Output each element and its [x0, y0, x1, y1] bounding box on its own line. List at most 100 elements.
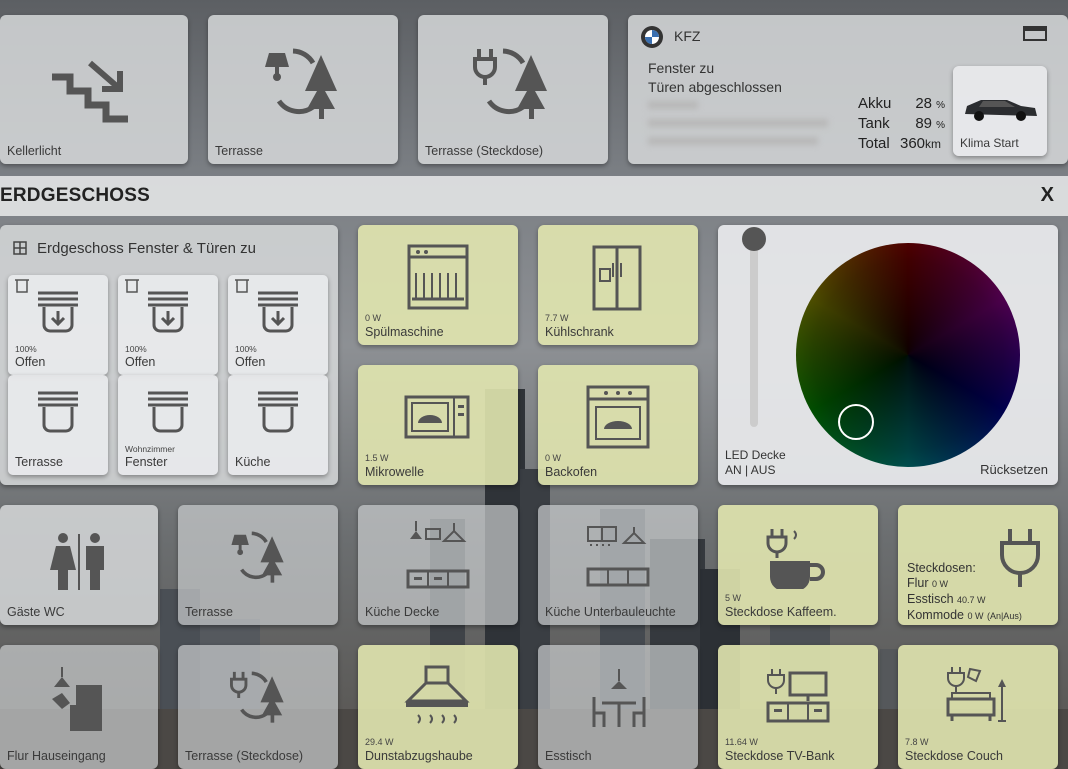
power-value: 29.4 W — [365, 737, 394, 747]
akku-unit: % — [936, 100, 946, 111]
window-shutter-tile[interactable]: 100% Offen — [118, 275, 218, 375]
roller-shutter-icon — [146, 289, 190, 337]
restroom-icon — [48, 532, 110, 592]
tile-label: Terrasse — [215, 144, 263, 158]
terrasse-steckdose-tile-2[interactable]: Terrasse (Steckdose) — [178, 645, 338, 769]
brightness-slider-track[interactable] — [750, 237, 758, 427]
tile-label: Steckdose TV-Bank — [725, 749, 835, 763]
shutter-position: 100% — [235, 344, 257, 354]
window-grid-icon — [13, 241, 27, 255]
power-value: 0 W — [365, 313, 382, 323]
led-title: LED Decke — [725, 448, 786, 462]
kommode-label: Kommode — [907, 608, 964, 622]
kitchen-ceiling-light-icon — [404, 519, 472, 591]
tile-label: Esstisch — [545, 749, 592, 763]
roller-shutter-icon — [256, 289, 300, 337]
led-toggle[interactable]: AN | AUS — [725, 463, 775, 477]
roller-shutter-icon — [36, 289, 80, 337]
terrasse-tile-2[interactable]: Terrasse — [178, 505, 338, 625]
close-button[interactable]: X — [1041, 184, 1054, 207]
shutter-position: Wohnzimmer — [125, 444, 175, 454]
tv-plug-icon — [766, 667, 830, 725]
steckdose-kaffee-tile[interactable]: 5 W Steckdose Kaffeem. — [718, 505, 878, 625]
total-value: 360 — [900, 135, 926, 152]
window-shutter-tile[interactable]: 100% Offen — [228, 275, 328, 375]
kuehlschrank-tile[interactable]: 7.7 W Kühlschrank — [538, 225, 698, 345]
terrace-plug-tree-icon — [230, 669, 288, 727]
tile-label: Mikrowelle — [365, 465, 425, 479]
tile-label: Fenster — [125, 455, 168, 469]
tile-label: Küche Decke — [365, 605, 440, 619]
oven-icon — [586, 385, 650, 449]
tile-label: Terrasse — [185, 605, 233, 619]
tile-label: Dunstabzugshaube — [365, 749, 473, 763]
power-value: 7.8 W — [905, 737, 929, 747]
window-shutter-tile[interactable]: Terrasse — [8, 375, 108, 475]
kommode-value: 0 W — [967, 611, 984, 621]
tile-label: Küche Unterbauleuchte — [545, 605, 676, 619]
fridge-icon — [592, 245, 642, 311]
steckdose-couch-tile[interactable]: 7.8 W Steckdose Couch — [898, 645, 1058, 769]
kellerlicht-tile[interactable]: Kellerlicht — [0, 15, 188, 164]
car-icon — [961, 92, 1039, 122]
tile-label: Kühlschrank — [545, 325, 614, 339]
tank-unit: % — [936, 120, 946, 131]
dunstabzugshaube-tile[interactable]: 29.4 W Dunstabzugshaube — [358, 645, 518, 769]
kitchen-under-cabinet-light-icon — [584, 523, 652, 591]
reset-button[interactable]: Rücksetzen — [980, 462, 1048, 477]
akku-label: Akku — [858, 95, 892, 112]
tank-value: 89 — [915, 115, 932, 132]
steckdosen-card[interactable]: Steckdosen: Flur 0 W Esstisch 40.7 W Kom… — [898, 505, 1058, 625]
tile-label: Offen — [235, 355, 266, 369]
tile-label: Terrasse (Steckdose) — [185, 749, 304, 763]
coffee-plug-icon — [766, 527, 828, 589]
window-shutter-tile[interactable]: 100% Offen — [8, 275, 108, 375]
esstisch-tile[interactable]: Esstisch — [538, 645, 698, 769]
klima-start-button[interactable]: Klima Start — [953, 66, 1047, 156]
kueche-decke-tile[interactable]: Küche Decke — [358, 505, 518, 625]
bmw-logo-icon — [640, 25, 664, 49]
terrasse-steckdose-tile[interactable]: Terrasse (Steckdose) — [418, 15, 608, 164]
steckdose-tv-bank-tile[interactable]: 11.64 W Steckdose TV-Bank — [718, 645, 878, 769]
kueche-unterbau-tile[interactable]: Küche Unterbauleuchte — [538, 505, 698, 625]
brightness-slider-thumb[interactable] — [742, 227, 766, 251]
shutter-position: 100% — [15, 344, 37, 354]
roller-shutter-icon — [146, 389, 190, 437]
flur-hauseingang-tile[interactable]: Flur Hauseingang — [0, 645, 158, 769]
kfz-window-status: Fenster zu — [648, 60, 715, 76]
power-value: 1.5 W — [365, 453, 389, 463]
kfz-card: KFZ Fenster zu Türen abgeschlossen Akku 2… — [628, 15, 1068, 164]
terrasse-tile[interactable]: Terrasse — [208, 15, 398, 164]
akku-value: 28 — [915, 95, 932, 112]
terrace-lamp-tree-icon — [230, 529, 288, 587]
backofen-tile[interactable]: 0 W Backofen — [538, 365, 698, 485]
roller-shutter-icon — [36, 389, 80, 437]
mikrowelle-tile[interactable]: 1.5 W Mikrowelle — [358, 365, 518, 485]
windows-group-title: Erdgeschoss Fenster & Türen zu — [37, 240, 256, 257]
windows-group-card: Erdgeschoss Fenster & Türen zu 100% Offen… — [0, 225, 338, 485]
tank-label: Tank — [858, 115, 890, 132]
tile-label: Offen — [15, 355, 46, 369]
color-wheel[interactable] — [796, 243, 1020, 467]
small-window-icon — [124, 279, 140, 293]
range-hood-icon — [404, 665, 470, 727]
tile-label: Kellerlicht — [7, 144, 62, 158]
window-shutter-tile[interactable]: Küche — [228, 375, 328, 475]
small-window-icon — [234, 279, 250, 293]
gaeste-wc-tile[interactable]: Gäste WC — [0, 505, 158, 625]
power-value: 7.7 W — [545, 313, 569, 323]
flur-value: 0 W — [932, 579, 949, 589]
kommode-toggle[interactable]: (An|Aus) — [987, 611, 1022, 621]
power-value: 0 W — [545, 453, 562, 463]
color-wheel-handle[interactable] — [838, 404, 874, 440]
kfz-stats: Akku 28 % Tank 89 % Total 360km — [858, 95, 945, 153]
dining-table-lamp-icon — [592, 667, 646, 729]
small-window-icon — [14, 279, 30, 293]
shutter-position: 100% — [125, 344, 147, 354]
esstisch-value: 40.7 W — [957, 595, 986, 605]
window-icon[interactable] — [1023, 26, 1047, 41]
spuelmaschine-tile[interactable]: 0 W Spülmaschine — [358, 225, 518, 345]
tile-label: Steckdose Couch — [905, 749, 1003, 763]
hallway-light-door-icon — [48, 665, 106, 733]
window-shutter-tile[interactable]: Wohnzimmer Fenster — [118, 375, 218, 475]
